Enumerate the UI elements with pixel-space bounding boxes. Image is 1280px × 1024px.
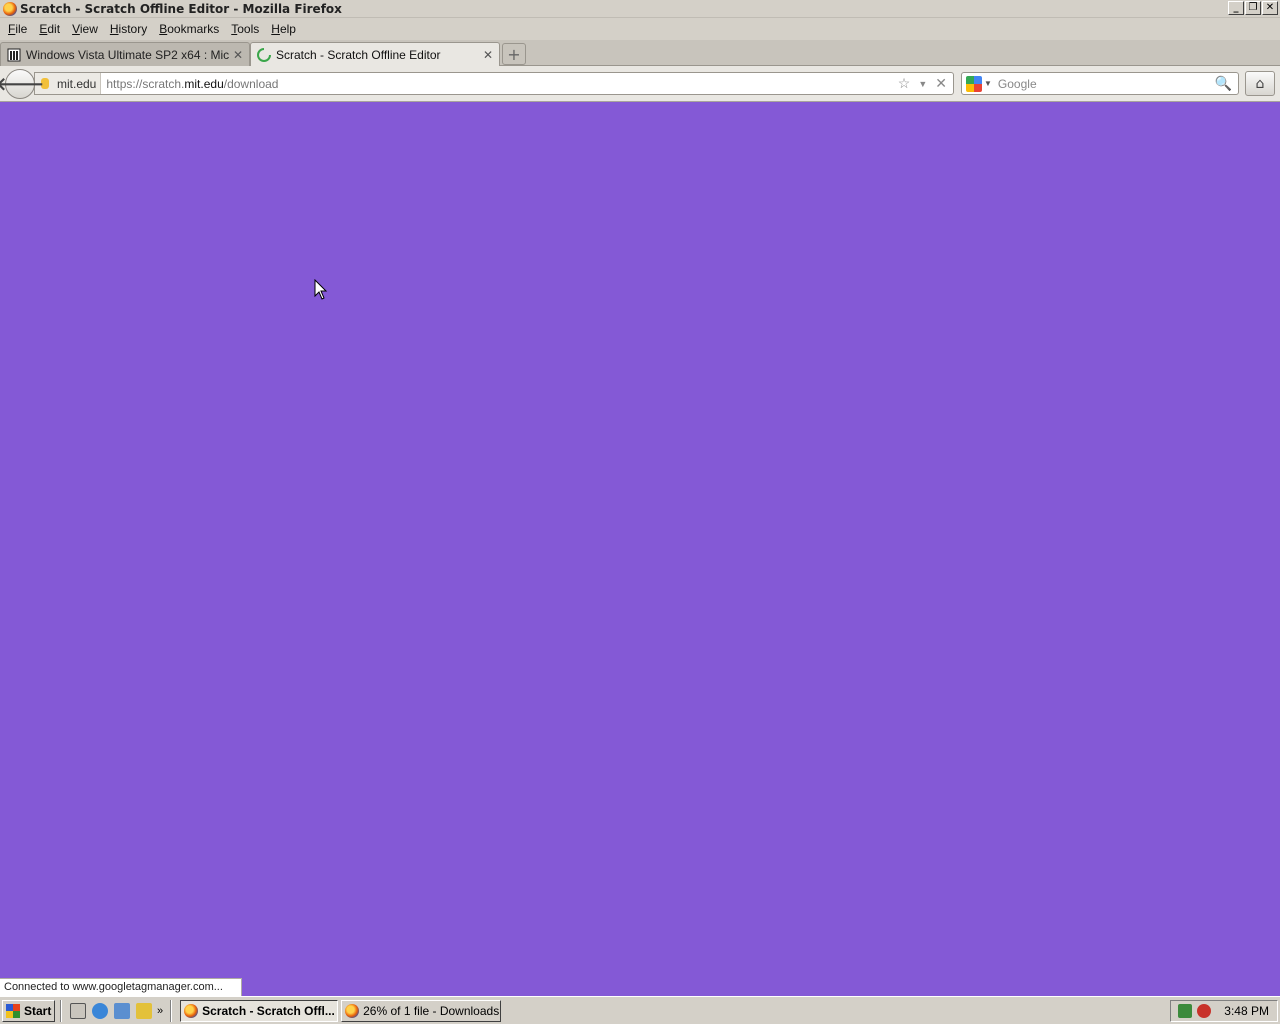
tab-windows-vista[interactable]: Windows Vista Ultimate SP2 x64 : Microso… — [0, 42, 250, 66]
url-bar[interactable]: mit.edu https://scratch.mit.edu/download… — [34, 72, 954, 95]
firefox-icon — [3, 1, 17, 16]
menu-file[interactable]: File — [2, 22, 33, 36]
search-bar[interactable]: ▼ Google 🔍 — [961, 72, 1239, 95]
site-identity-button[interactable]: mit.edu — [35, 73, 102, 94]
search-engine-dropdown-icon[interactable]: ▼ — [984, 79, 992, 88]
google-icon[interactable] — [966, 75, 982, 92]
menu-history[interactable]: History — [104, 22, 153, 36]
minimize-button[interactable]: _ — [1228, 1, 1244, 15]
media-icon[interactable] — [136, 1002, 152, 1019]
navigation-toolbar: mit.edu https://scratch.mit.edu/download… — [0, 66, 1280, 102]
start-button[interactable]: Start — [2, 999, 55, 1022]
home-button[interactable]: ⌂ — [1245, 71, 1275, 96]
restore-button[interactable]: ❐ — [1245, 1, 1261, 15]
menu-bar: File Edit View History Bookmarks Tools H… — [0, 18, 1280, 40]
taskbar-separator — [170, 999, 173, 1022]
tab-scratch[interactable]: Scratch - Scratch Offline Editor ✕ — [250, 42, 500, 66]
task-label: 26% of 1 file - Downloads — [363, 1003, 500, 1018]
tab-title: Windows Vista Ultimate SP2 x64 : Microso… — [26, 47, 229, 62]
window-title: Scratch - Scratch Offline Editor - Mozil… — [20, 1, 342, 16]
archive-icon — [7, 48, 21, 61]
internet-explorer-icon[interactable] — [92, 1002, 108, 1019]
new-tab-button[interactable]: + — [502, 43, 526, 65]
task-button-downloads[interactable]: 26% of 1 file - Downloads — [341, 999, 502, 1022]
tab-strip: Windows Vista Ultimate SP2 x64 : Microso… — [0, 40, 1280, 66]
start-label: Start — [24, 1003, 52, 1018]
window-controls: _ ❐ ✕ — [1228, 1, 1278, 15]
menu-help[interactable]: Help — [265, 22, 302, 36]
site-identity-label: mit.edu — [57, 76, 97, 91]
network-icon[interactable] — [1178, 1004, 1193, 1018]
outlook-express-icon[interactable] — [114, 1002, 130, 1019]
system-tray: 3:48 PM — [1170, 1000, 1278, 1022]
menu-bookmarks[interactable]: Bookmarks — [153, 22, 225, 36]
menu-tools[interactable]: Tools — [225, 22, 265, 36]
task-button-scratch[interactable]: Scratch - Scratch Offl... — [180, 999, 339, 1022]
clock[interactable]: 3:48 PM — [1224, 1004, 1269, 1018]
history-dropdown-icon[interactable]: ▼ — [918, 79, 927, 89]
tab-title: Scratch - Scratch Offline Editor — [276, 47, 441, 62]
taskbar-separator — [60, 999, 62, 1022]
bookmark-star-icon[interactable]: ☆ — [898, 75, 911, 92]
firefox-icon — [184, 1003, 199, 1018]
url-path: /download — [223, 76, 279, 91]
windows-flag-icon — [6, 1003, 20, 1018]
url-text[interactable]: https://scratch.mit.edu/download — [101, 77, 897, 91]
more-chevron-icon[interactable]: » — [157, 1005, 163, 1017]
url-domain: mit.edu — [184, 76, 224, 91]
url-bar-icons: ☆ ▼ ✕ — [898, 75, 953, 92]
url-prefix: https://scratch. — [106, 76, 185, 91]
stop-icon[interactable]: ✕ — [935, 75, 947, 92]
task-label: Scratch - Scratch Offl... — [202, 1003, 335, 1018]
tab-close-icon[interactable]: ✕ — [233, 48, 243, 62]
status-panel: Connected to www.googletagmanager.com... — [0, 978, 242, 996]
firefox-icon — [345, 1003, 360, 1018]
search-input[interactable]: Google — [998, 77, 1215, 91]
security-alert-icon[interactable] — [1197, 1004, 1212, 1018]
mouse-cursor-icon — [314, 279, 328, 300]
tab-close-icon[interactable]: ✕ — [483, 48, 493, 62]
taskbar: Start » Scratch - Scratch Offl... 26% of… — [0, 996, 1280, 1024]
page-content[interactable] — [0, 102, 1280, 996]
back-button[interactable]: 🡐 — [0, 69, 44, 99]
window-titlebar[interactable]: Scratch - Scratch Offline Editor - Mozil… — [0, 0, 1280, 18]
search-magnifier-icon[interactable]: 🔍 — [1215, 75, 1232, 92]
menu-view[interactable]: View — [66, 22, 104, 36]
loading-spinner-icon — [257, 47, 271, 62]
close-window-button[interactable]: ✕ — [1262, 1, 1278, 15]
menu-edit[interactable]: Edit — [33, 22, 66, 36]
desktop-icon[interactable] — [70, 1002, 86, 1019]
